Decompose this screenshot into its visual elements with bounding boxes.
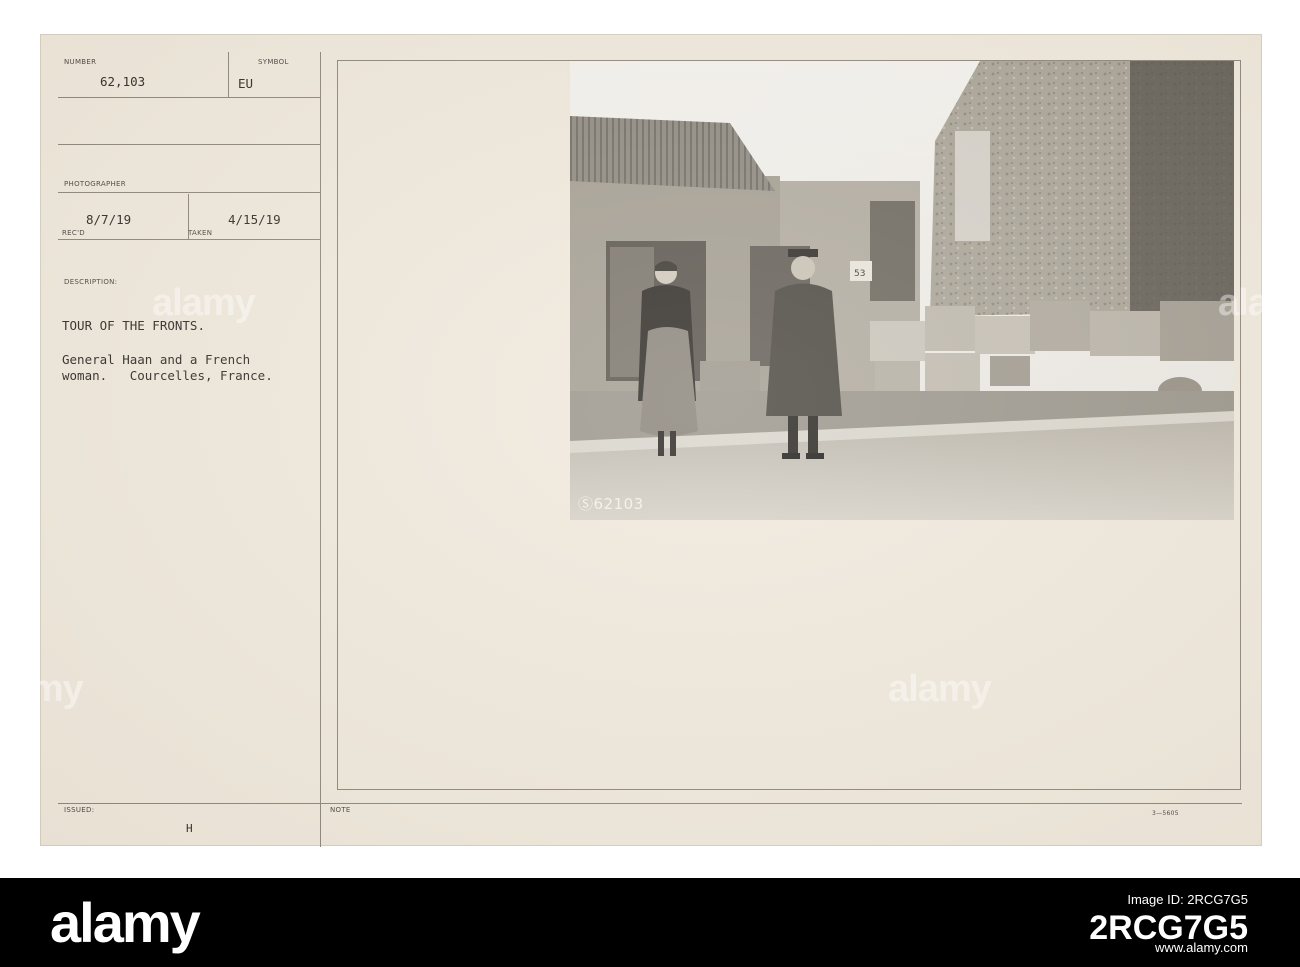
ruin-opening	[955, 131, 990, 241]
archive-card: NUMBER 62,103 SYMBOL EU PHOTOGRAPHER 8/7…	[40, 34, 1262, 847]
form-number: 3—5605	[1152, 810, 1179, 817]
rule-left-column	[320, 52, 321, 847]
description-line-2: General Haan and a French	[62, 352, 251, 367]
taken-label: TAKEN	[188, 229, 213, 237]
recd-label: REC'D	[62, 229, 85, 237]
stock-footer: alamy Image ID: 2RCG7G5 2RCG7G5 www.alam…	[0, 878, 1300, 967]
issued-value: H	[186, 822, 193, 835]
description-line-3: woman. Courcelles, France.	[62, 368, 273, 383]
negative-number: Ⓢ62103	[578, 495, 644, 513]
rule-under-number-block	[58, 144, 320, 145]
alamy-logo: alamy	[50, 891, 201, 954]
recd-value: 8/7/19	[86, 212, 132, 227]
house-number: 53	[854, 269, 865, 279]
middle-window	[870, 201, 915, 301]
description-label: DESCRIPTION:	[64, 278, 118, 286]
rule-number	[58, 97, 320, 98]
watermark: alamy	[888, 668, 992, 710]
ruin-shadow	[1130, 61, 1234, 311]
watermark: alamy	[0, 668, 84, 710]
rule-dates	[58, 239, 320, 240]
watermark: alamy	[1218, 282, 1300, 324]
number-label: NUMBER	[64, 58, 97, 66]
taken-value: 4/15/19	[228, 212, 281, 227]
symbol-value: EU	[238, 76, 254, 91]
number-value: 62,103	[100, 74, 146, 89]
note-label: NOTE	[330, 806, 351, 814]
rule-number-symbol-divider	[228, 52, 229, 97]
site-url[interactable]: www.alamy.com	[1155, 940, 1248, 955]
photographer-label: PHOTOGRAPHER	[64, 180, 126, 188]
photograph: 53 Ⓢ62103	[570, 61, 1234, 520]
issued-label: ISSUED:	[64, 806, 95, 814]
photograph-scene: 53	[570, 61, 1234, 520]
watermark: alamy	[152, 282, 256, 324]
rule-photographer	[58, 192, 320, 193]
rule-issued	[58, 803, 1242, 804]
symbol-label: SYMBOL	[258, 58, 289, 66]
image-id-label: Image ID: 2RCG7G5	[1127, 892, 1248, 907]
